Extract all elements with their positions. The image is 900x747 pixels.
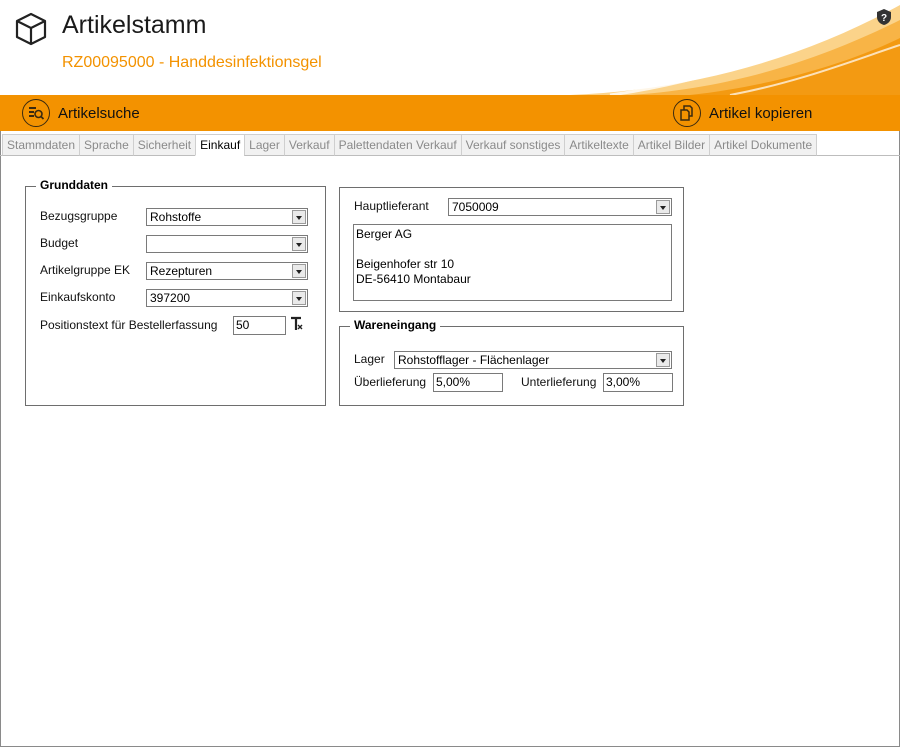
budget-select[interactable]	[146, 235, 308, 253]
tab-stammdaten[interactable]: Stammdaten	[2, 134, 80, 156]
unterlieferung-label: Unterlieferung	[521, 375, 597, 389]
grunddaten-legend: Grunddaten	[36, 178, 112, 192]
chevron-down-icon[interactable]	[656, 353, 670, 367]
bezugsgruppe-value: Rohstoffe	[150, 210, 202, 224]
toolbar: Artikelsuche Artikel kopieren	[0, 95, 900, 131]
box-icon	[15, 12, 47, 46]
tab-lager[interactable]: Lager	[244, 134, 284, 156]
shield-help-icon[interactable]: ?	[876, 8, 892, 26]
decorative-swoosh	[570, 0, 900, 95]
ueberlieferung-input[interactable]: 5,00%	[433, 373, 503, 392]
hauptlieferant-select[interactable]: 7050009	[448, 198, 672, 216]
artikelsuche-button[interactable]: Artikelsuche	[22, 98, 140, 128]
chevron-down-icon[interactable]	[292, 291, 306, 305]
lieferant-group: Hauptlieferant 7050009 Berger AG Beigenh…	[339, 187, 684, 312]
tab-artikeltexte[interactable]: Artikeltexte	[564, 134, 633, 156]
svg-text:?: ?	[881, 13, 887, 24]
lager-label: Lager	[354, 352, 385, 366]
lager-select[interactable]: Rohstofflager - Flächenlager	[394, 351, 672, 369]
grunddaten-group: Grunddaten Bezugsgruppe Rohstoffe Budget…	[25, 178, 326, 406]
artikel-kopieren-button[interactable]: Artikel kopieren	[673, 98, 812, 128]
artikelgruppe-ek-select[interactable]: Rezepturen	[146, 262, 308, 280]
lieferant-address-box: Berger AG Beigenhofer str 10 DE-56410 Mo…	[353, 224, 672, 301]
positionstext-label: Positionstext für Bestellerfassung	[40, 318, 218, 332]
page-title: Artikelstamm	[62, 11, 207, 39]
hauptlieferant-label: Hauptlieferant	[354, 199, 429, 213]
search-list-icon	[22, 99, 50, 127]
chevron-down-icon[interactable]	[292, 237, 306, 251]
einkaufskonto-value: 397200	[150, 291, 191, 305]
tab-artikel-bilder[interactable]: Artikel Bilder	[632, 134, 710, 156]
artikelgruppe-ek-label: Artikelgruppe EK	[40, 263, 131, 277]
chevron-down-icon[interactable]	[656, 200, 670, 214]
copy-icon	[673, 99, 701, 127]
article-subtitle: RZ00095000 - Handdesinfektionsgel	[62, 54, 322, 71]
tab-bar: Stammdaten Sprache Sicherheit Einkauf La…	[2, 134, 818, 156]
lager-value: Rohstofflager - Flächenlager	[398, 353, 550, 367]
unterlieferung-input[interactable]: 3,00%	[603, 373, 673, 392]
chevron-down-icon[interactable]	[292, 210, 306, 224]
tab-artikel-dokumente[interactable]: Artikel Dokumente	[709, 134, 818, 156]
header: Artikelstamm RZ00095000 - Handdesinfekti…	[0, 0, 900, 95]
bezugsgruppe-select[interactable]: Rohstoffe	[146, 208, 308, 226]
bezugsgruppe-label: Bezugsgruppe	[40, 209, 118, 223]
tab-einkauf[interactable]: Einkauf	[195, 134, 245, 156]
text-format-icon[interactable]	[290, 316, 304, 332]
hauptlieferant-value: 7050009	[452, 200, 499, 214]
einkaufskonto-label: Einkaufskonto	[40, 290, 116, 304]
wareneingang-group: Wareneingang Lager Rohstofflager - Fläch…	[339, 318, 684, 406]
tab-verkauf[interactable]: Verkauf	[283, 134, 334, 156]
budget-label: Budget	[40, 236, 79, 250]
tab-sprache[interactable]: Sprache	[79, 134, 133, 156]
wareneingang-legend: Wareneingang	[350, 318, 441, 332]
tab-sicherheit[interactable]: Sicherheit	[132, 134, 196, 156]
positionstext-input[interactable]: 50	[233, 316, 286, 335]
einkaufskonto-select[interactable]: 397200	[146, 289, 308, 307]
tab-verkauf-sonstiges[interactable]: Verkauf sonstiges	[460, 134, 565, 156]
chevron-down-icon[interactable]	[292, 264, 306, 278]
tab-palettendaten-verkauf[interactable]: Palettendaten Verkauf	[333, 134, 461, 156]
ueberlieferung-label: Überlieferung	[354, 375, 427, 389]
artikelgruppe-ek-value: Rezepturen	[150, 264, 213, 278]
artikelsuche-label: Artikelsuche	[58, 104, 140, 122]
artikel-kopieren-label: Artikel kopieren	[709, 104, 813, 122]
